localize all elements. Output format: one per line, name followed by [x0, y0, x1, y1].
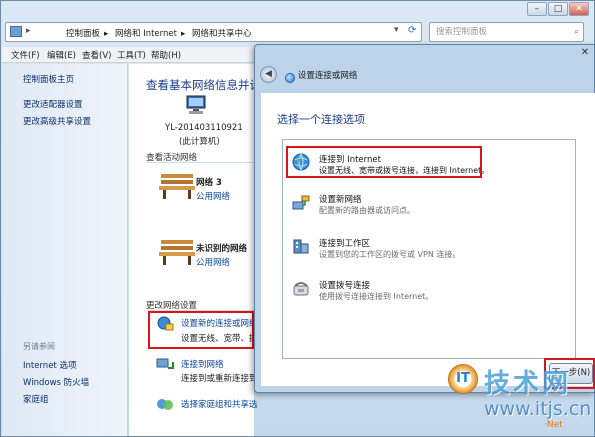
dropdown-arrow-icon[interactable]: ▾ [394, 25, 399, 35]
control-panel-icon [10, 26, 22, 37]
sidebar-item-firewall[interactable]: Windows 防火墙 [23, 376, 89, 388]
refresh-icon[interactable]: ⟳ [408, 25, 416, 36]
watermark-url: www.itjs.cn [484, 398, 592, 420]
computer-subtitle: (此计算机) [179, 137, 220, 147]
workplace-icon [293, 239, 309, 254]
setup-new-connection-desc: 设置无线、宽带、拨 [181, 334, 258, 344]
computer-icon [186, 95, 206, 114]
option-desc: 设置到您的工作区的拨号或 VPN 连接。 [319, 250, 461, 259]
menu-help[interactable]: 帮助(H) [151, 49, 181, 61]
new-connection-icon [157, 316, 174, 331]
computer-name: YL-201403110921 [165, 123, 243, 133]
divider [146, 162, 254, 163]
option-connect-internet[interactable]: 连接到 Internet 设置无线、宽带或拨号连接，连接到 Internet。 [289, 150, 569, 188]
maximize-button[interactable]: □ [548, 2, 568, 16]
connect-network-link[interactable]: 连接到网络 [181, 358, 224, 370]
option-desc: 设置无线、宽带或拨号连接，连接到 Internet。 [319, 166, 490, 175]
address-bar[interactable]: ▸ 控制面板 ▸ 网络和 Internet ▸ 网络和共享中心 ▾ ⟳ [5, 22, 422, 42]
back-arrow-icon[interactable]: ◀ [260, 66, 277, 83]
sidebar-item-adapter-settings[interactable]: 更改适配器设置 [23, 98, 83, 110]
breadcrumb-item[interactable]: 网络和 Internet [115, 29, 177, 39]
menu-view[interactable]: 查看(V) [82, 49, 111, 61]
sidebar-item-internet-options[interactable]: Internet 选项 [23, 359, 76, 371]
dialog-close-button[interactable]: ✕ [576, 46, 594, 60]
connection-options-list: 连接到 Internet 设置无线、宽带或拨号连接，连接到 Internet。 … [282, 139, 576, 359]
see-also-title: 另请参阅 [23, 342, 55, 351]
sidebar-item-homegroup[interactable]: 家庭组 [23, 393, 49, 405]
watermark: IT 技术网 www.itjs.cn ·Net [444, 358, 592, 434]
sidebar: 控制面板主页 更改适配器设置 更改高级共享设置 另请参阅 Internet 选项… [2, 64, 128, 436]
public-network-bench-icon [159, 240, 195, 265]
globe-icon [292, 153, 310, 171]
option-setup-network[interactable]: 设置新网络 配置新的路由器或访问点。 [289, 190, 569, 228]
search-icon[interactable]: ⌕ [574, 23, 579, 41]
public-network-bench-icon [159, 174, 195, 199]
option-connect-workplace[interactable]: 连接到工作区 设置到您的工作区的拨号或 VPN 连接。 [289, 234, 569, 272]
option-desc: 使用拨号连接连接到 Internet。 [319, 292, 434, 301]
breadcrumb-item[interactable]: 控制面板 [66, 29, 100, 39]
option-title: 设置拨号连接 [319, 281, 371, 291]
breadcrumb: 控制面板 ▸ 网络和 Internet ▸ 网络和共享中心 [66, 27, 255, 39]
minimize-button[interactable]: – [527, 2, 547, 16]
connect-network-icon [156, 358, 174, 369]
phone-icon [293, 282, 309, 296]
globe-icon [285, 73, 295, 83]
search-input[interactable]: 搜索控制面板 ⌕ [429, 22, 584, 42]
setup-new-connection-link[interactable]: 设置新的连接或网络 [181, 317, 258, 329]
chevron-right-icon: ▸ [26, 26, 31, 36]
watermark-name: 技术网 [484, 369, 572, 399]
menu-edit[interactable]: 编辑(E) [47, 49, 76, 61]
option-desc: 配置新的路由器或访问点。 [319, 206, 415, 215]
option-title: 连接到工作区 [319, 239, 371, 249]
divider [146, 310, 254, 311]
option-setup-dialup[interactable]: 设置拨号连接 使用拨号连接连接到 Internet。 [289, 276, 569, 314]
dialog-titlebar: ◀ 设置连接或网络 [260, 66, 357, 88]
watermark-net: ·Net [544, 420, 563, 430]
window-close-button[interactable]: ✕ [569, 2, 589, 16]
menu-file[interactable]: 文件(F) [11, 49, 40, 61]
homegroup-sharing-link[interactable]: 选择家庭组和共享选 [181, 398, 258, 410]
setup-connection-dialog: ✕ ◀ 设置连接或网络 选择一个连接选项 连接到 Internet 设置无线、宽… [254, 44, 595, 393]
sidebar-item-home[interactable]: 控制面板主页 [23, 73, 74, 85]
network-type-link[interactable]: 公用网络 [196, 190, 230, 202]
option-title: 设置新网络 [319, 195, 362, 205]
main-content: 查看基本网络信息并设 YL-201403110921 (此计算机) 查看活动网络… [129, 64, 266, 436]
breadcrumb-item[interactable]: 网络和共享中心 [192, 29, 252, 39]
chevron-right-icon: ▸ [104, 29, 109, 39]
dialog-body: 选择一个连接选项 连接到 Internet 设置无线、宽带或拨号连接，连接到 I… [261, 93, 595, 386]
watermark-logo-icon: IT [448, 364, 478, 394]
dialog-title: 设置连接或网络 [297, 70, 358, 81]
network-type-link[interactable]: 公用网络 [196, 256, 230, 268]
network-icon [292, 195, 310, 210]
menu-tools[interactable]: 工具(T) [117, 49, 146, 61]
sidebar-item-advanced-sharing[interactable]: 更改高级共享设置 [23, 115, 91, 127]
network-name: 网络 3 [196, 178, 222, 188]
page-title: 查看基本网络信息并设 [146, 78, 261, 92]
homegroup-icon [157, 399, 173, 410]
option-title: 连接到 Internet [319, 155, 381, 165]
dialog-heading: 选择一个连接选项 [277, 113, 365, 126]
chevron-right-icon: ▸ [180, 29, 186, 39]
search-placeholder: 搜索控制面板 [436, 27, 488, 37]
network-name: 未识别的网络 [196, 244, 248, 254]
